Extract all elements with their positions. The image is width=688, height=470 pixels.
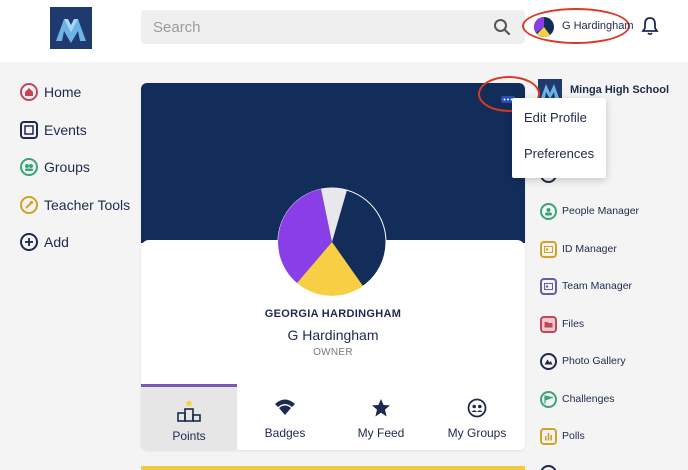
user-name: G Hardingham (562, 20, 634, 32)
profile-avatar (277, 187, 387, 297)
star-icon (372, 399, 390, 417)
avatar (534, 17, 554, 37)
tool-item-more[interactable] (540, 464, 557, 470)
nav-item-events[interactable]: Events (20, 120, 130, 140)
nav-item-add[interactable]: Add (20, 232, 130, 252)
next-card-edge (141, 466, 525, 470)
profile-options-menu: Edit Profile Preferences (512, 98, 606, 178)
flag-icon (540, 390, 557, 408)
search-bar[interactable] (141, 10, 525, 44)
tab-label: My Feed (357, 426, 405, 440)
tab-label: Badges (264, 426, 306, 440)
tool-item-photo-gallery[interactable]: Photo Gallery (540, 352, 626, 370)
circle-icon (540, 464, 557, 470)
ellipsis-icon (501, 90, 515, 103)
menu-item-edit-profile[interactable]: Edit Profile (524, 110, 587, 125)
nav-item-label: Add (44, 234, 69, 250)
tool-item-label: People Manager (562, 205, 640, 217)
tool-item-label: Challenges (562, 393, 615, 405)
image-icon (540, 352, 557, 370)
profile-card: GEORGIA HARDINGHAM G Hardingham OWNER Po… (141, 83, 525, 450)
profile-display-name: G Hardingham (287, 327, 379, 343)
tool-item-id-manager[interactable]: ID Manager (540, 240, 617, 258)
tab-my-feed[interactable]: My Feed (333, 384, 429, 450)
app-logo[interactable] (50, 7, 92, 49)
nav-item-groups[interactable]: Groups (20, 157, 130, 177)
tab-label: My Groups (447, 426, 507, 440)
podium-icon (177, 399, 201, 422)
tool-item-polls[interactable]: Polls (540, 427, 585, 445)
nav-item-label: Teacher Tools (44, 196, 131, 213)
menu-item-preferences[interactable]: Preferences (524, 146, 594, 161)
search-input[interactable] (141, 10, 471, 44)
wrench-icon (20, 195, 38, 214)
top-bar: G Hardingham (0, 0, 688, 62)
tab-label: Points (172, 429, 206, 443)
tab-points[interactable]: Points (141, 384, 237, 450)
tool-item-files[interactable]: Files (540, 315, 584, 333)
search-icon[interactable] (493, 18, 511, 36)
home-icon (20, 83, 38, 101)
tool-item-label: Team Manager (562, 280, 633, 292)
nav-item-home[interactable]: Home (20, 82, 130, 102)
tool-item-challenges[interactable]: Challenges (540, 390, 615, 408)
tab-badges[interactable]: Badges (237, 384, 333, 450)
id-card-icon (540, 240, 557, 258)
school-name[interactable]: Minga High School (570, 84, 669, 96)
plus-icon (20, 233, 38, 251)
profile-role: OWNER (313, 347, 353, 358)
person-icon (540, 202, 557, 220)
tab-my-groups[interactable]: My Groups (429, 384, 525, 450)
profile-full-name: GEORGIA HARDINGHAM (264, 308, 402, 320)
wifi-badge-icon (275, 399, 295, 415)
nav-item-label: Events (44, 121, 87, 138)
tool-item-people-manager[interactable]: People Manager (540, 202, 639, 220)
chart-icon (540, 427, 557, 445)
nav-item-teacher-tools[interactable]: Teacher Tools (20, 195, 130, 215)
profile-tabs: Points Badges My Feed My Groups (141, 384, 525, 450)
tool-item-label: ID Manager (562, 243, 617, 255)
tool-item-label: Photo Gallery (562, 355, 626, 367)
left-navigation: Home Events Groups Teacher Tools Add (20, 82, 130, 270)
bell-icon[interactable] (641, 16, 659, 36)
tool-item-label: Files (562, 318, 585, 330)
tool-item-label: Polls (562, 430, 585, 442)
calendar-icon (20, 120, 38, 139)
group-icon (467, 398, 487, 418)
tool-item-team-manager[interactable]: Team Manager (540, 277, 632, 295)
nav-item-label: Groups (44, 159, 90, 175)
folder-icon (540, 315, 557, 333)
groups-icon (20, 158, 38, 176)
nav-item-label: Home (44, 84, 82, 100)
team-card-icon (540, 277, 557, 295)
user-profile-button[interactable]: G Hardingham (522, 8, 634, 44)
